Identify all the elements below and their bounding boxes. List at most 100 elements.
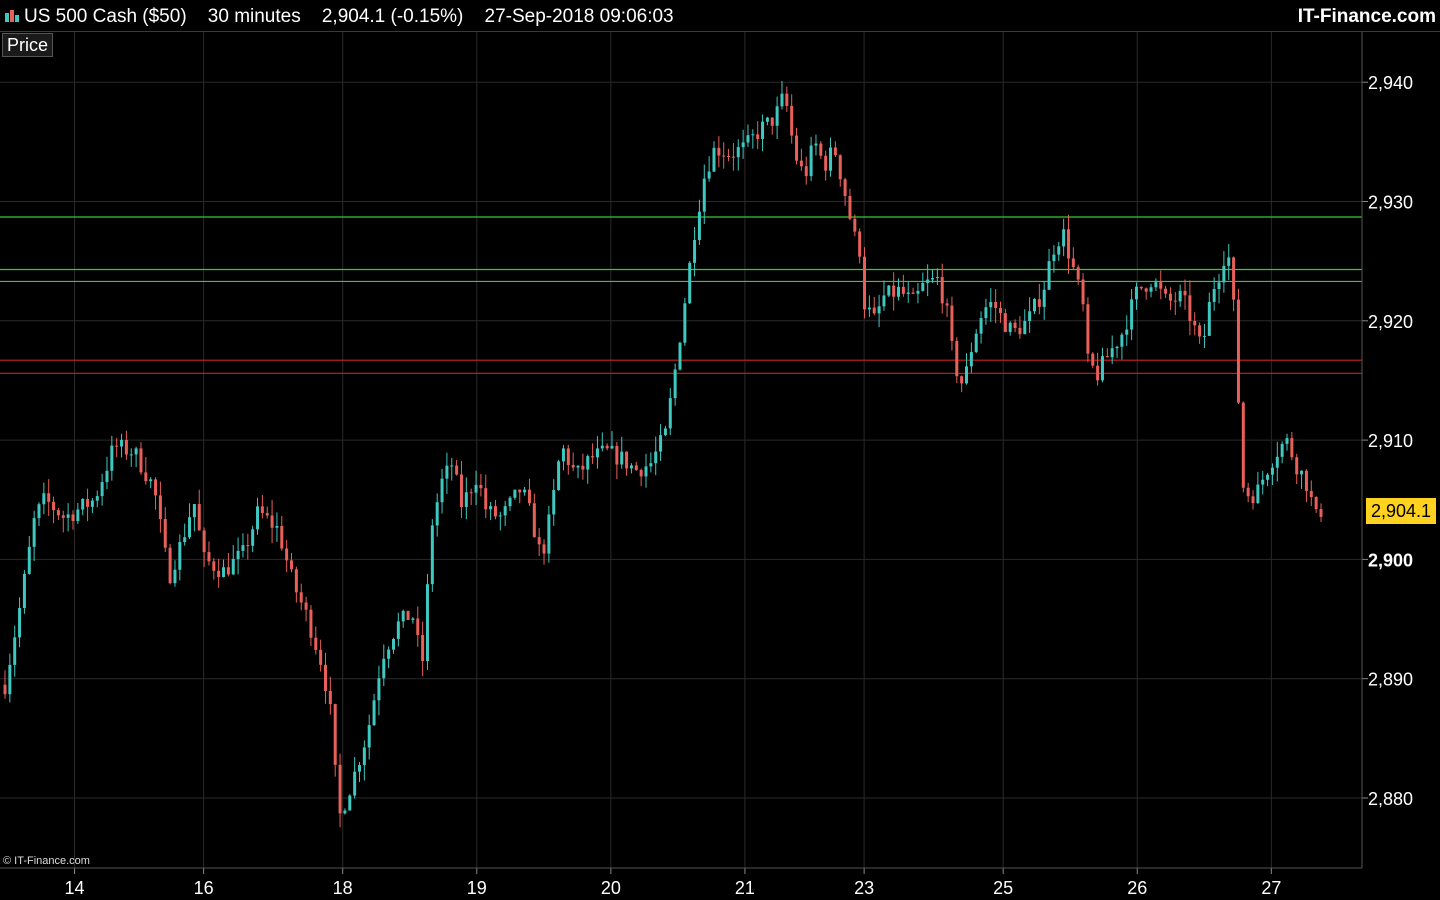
candle-body [1212,289,1216,302]
candle-body [1076,267,1080,280]
candle-body [654,451,658,464]
candle-body [81,498,85,510]
candle-body [231,558,235,575]
candle-body [901,286,905,294]
candle-body [163,518,167,548]
candle-body [1275,456,1279,468]
candle-body [926,279,930,283]
candle-body [1086,304,1090,354]
candle-body [13,637,17,665]
price-chart[interactable]: 2,880 2,890 2,900 2,910 2,920 2,930 2,940 14 16 1… [0,0,1440,900]
candle-body [610,445,614,449]
x-tick-label: 26 [1127,878,1147,898]
candle-body [1096,365,1100,381]
candle-body [353,771,357,796]
candle-body [3,684,7,695]
candle-body [265,513,269,516]
candle-body [280,525,284,549]
chart-type-icon[interactable] [4,9,20,23]
brand-name: IT-Finance.com [1297,6,1436,27]
x-tick-label: 14 [65,878,85,898]
candle-body [411,618,415,620]
candle-body [207,552,211,562]
candle-body [115,445,119,447]
candle-body [37,504,41,519]
candle-body [775,106,779,126]
candle-body [1173,300,1177,302]
candle-body [1023,321,1027,335]
candle-body [343,810,347,814]
candle-body [1266,474,1270,480]
panel-label: Price [2,33,54,57]
candle-body [523,489,527,493]
candle-body [61,515,65,518]
candle-body [1314,497,1318,510]
candle-body [508,497,512,507]
candle-body [770,117,774,126]
candle-body [1130,299,1134,330]
x-tick-label: 19 [467,878,487,898]
candle-body [1168,293,1172,301]
candle-body [178,542,182,570]
candle-body [285,548,289,561]
candle-body [790,105,794,136]
candle-body [42,493,46,505]
candle-body [1028,311,1032,322]
candle-body [1018,327,1022,335]
candle-body [547,514,551,554]
candle-body [1300,470,1304,475]
candle-body [1003,313,1007,332]
x-tick-label: 20 [601,878,621,898]
candle-body [1047,261,1051,290]
candle-body [290,560,294,570]
candle-body [324,664,328,691]
candle-body [1164,288,1168,294]
candle-body [625,451,629,469]
candle-body [328,690,332,705]
candle-body [994,302,998,308]
candle-body [1241,402,1245,488]
candle-body [741,142,745,148]
candle-body [678,342,682,370]
candle-body [1105,356,1109,358]
candle-body [639,470,643,477]
candle-body [362,747,366,766]
candle-body [955,340,959,377]
candle-body [795,135,799,161]
candle-body [105,470,109,483]
candle-body [154,479,158,496]
candle-body [1251,496,1255,504]
candle-body [357,765,361,772]
candle-body [1198,325,1202,337]
title-bar: US 500 Cash ($50) 30 minutes 2,904.1 (-0… [0,0,1440,32]
candle-body [974,333,978,353]
candle-body [1037,299,1041,307]
candle-body [124,439,128,455]
candle-body [1115,346,1119,349]
candle-body [1013,322,1017,328]
candle-body [882,295,886,307]
candle-body [940,277,944,304]
candle-body [1222,265,1226,283]
candle-body [435,502,439,526]
candle-body [673,369,677,399]
candle-body [1217,282,1221,290]
candle-body [887,285,891,296]
candle-body [605,445,609,449]
candle-body [1062,229,1066,247]
datetime-label: 27-Sep-2018 09:06:03 [484,6,674,27]
candle-body [984,307,988,319]
candle-body [712,147,716,172]
candle-body [1139,286,1143,289]
candle-body [586,456,590,470]
candle-body [134,448,138,455]
last-price-badge: 2,904.1 [1366,498,1436,524]
candle-body [1100,356,1104,381]
candle-body [469,492,473,494]
candle-body [8,664,12,695]
candle-body [338,764,342,814]
candle-body [717,147,721,156]
candle-body [552,490,556,515]
candle-body [1125,329,1129,335]
candle-body [785,93,789,106]
